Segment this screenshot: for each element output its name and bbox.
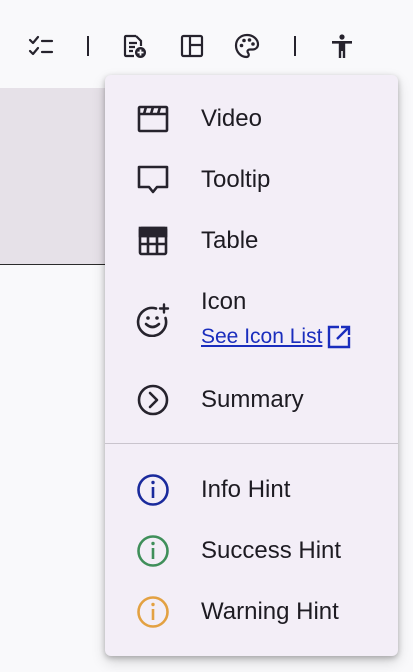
menu-item-label: Tooltip xyxy=(201,166,271,193)
menu-item-label: Success Hint xyxy=(201,537,342,564)
tooltip-icon xyxy=(135,162,171,198)
open-in-new-icon xyxy=(328,325,351,349)
menu-item-label: Info Hint xyxy=(201,476,291,503)
link-text: See Icon List xyxy=(201,325,323,348)
info-icon xyxy=(135,533,171,569)
menu-item-label: Warning Hint xyxy=(201,598,339,625)
table-icon xyxy=(135,223,171,259)
accessibility-button[interactable] xyxy=(328,32,356,60)
add-emoji-icon xyxy=(135,302,171,338)
menu-item-success-hint[interactable]: Success Hint xyxy=(105,531,398,571)
menu-item-video[interactable]: Video xyxy=(105,99,398,139)
accessibility-icon xyxy=(332,34,352,58)
menu-item-table[interactable]: Table xyxy=(105,221,398,261)
menu-item-info-hint[interactable]: Info Hint xyxy=(105,470,398,510)
menu-divider xyxy=(105,443,398,444)
chevron-right-circle-icon xyxy=(135,382,171,418)
video-icon xyxy=(135,101,171,137)
checklist-icon xyxy=(28,35,54,56)
menu-item-warning-hint[interactable]: Warning Hint xyxy=(105,592,398,632)
info-icon xyxy=(135,472,171,508)
menu-item-icon[interactable]: Icon See Icon List xyxy=(105,282,398,362)
layout-icon xyxy=(180,34,204,58)
menu-item-tooltip[interactable]: Tooltip xyxy=(105,160,398,200)
toolbar-divider xyxy=(294,36,296,56)
toolbar-divider xyxy=(87,36,89,56)
palette-icon xyxy=(234,33,260,59)
see-icon-list-link[interactable]: See Icon List xyxy=(201,324,352,350)
insert-block-button[interactable] xyxy=(120,32,148,60)
menu-item-label: Summary xyxy=(201,386,304,413)
layout-button[interactable] xyxy=(178,32,206,60)
theme-button[interactable] xyxy=(233,32,261,60)
menu-item-label: Video xyxy=(201,105,262,132)
menu-item-summary[interactable]: Summary xyxy=(105,380,398,420)
menu-item-label: Icon xyxy=(201,288,247,315)
menu-item-label: Table xyxy=(201,227,259,254)
insert-block-icon xyxy=(123,34,146,58)
checklist-button[interactable] xyxy=(27,32,55,60)
insert-menu: Video Tooltip Table Icon See Icon List S… xyxy=(105,75,398,656)
info-icon xyxy=(135,594,171,630)
